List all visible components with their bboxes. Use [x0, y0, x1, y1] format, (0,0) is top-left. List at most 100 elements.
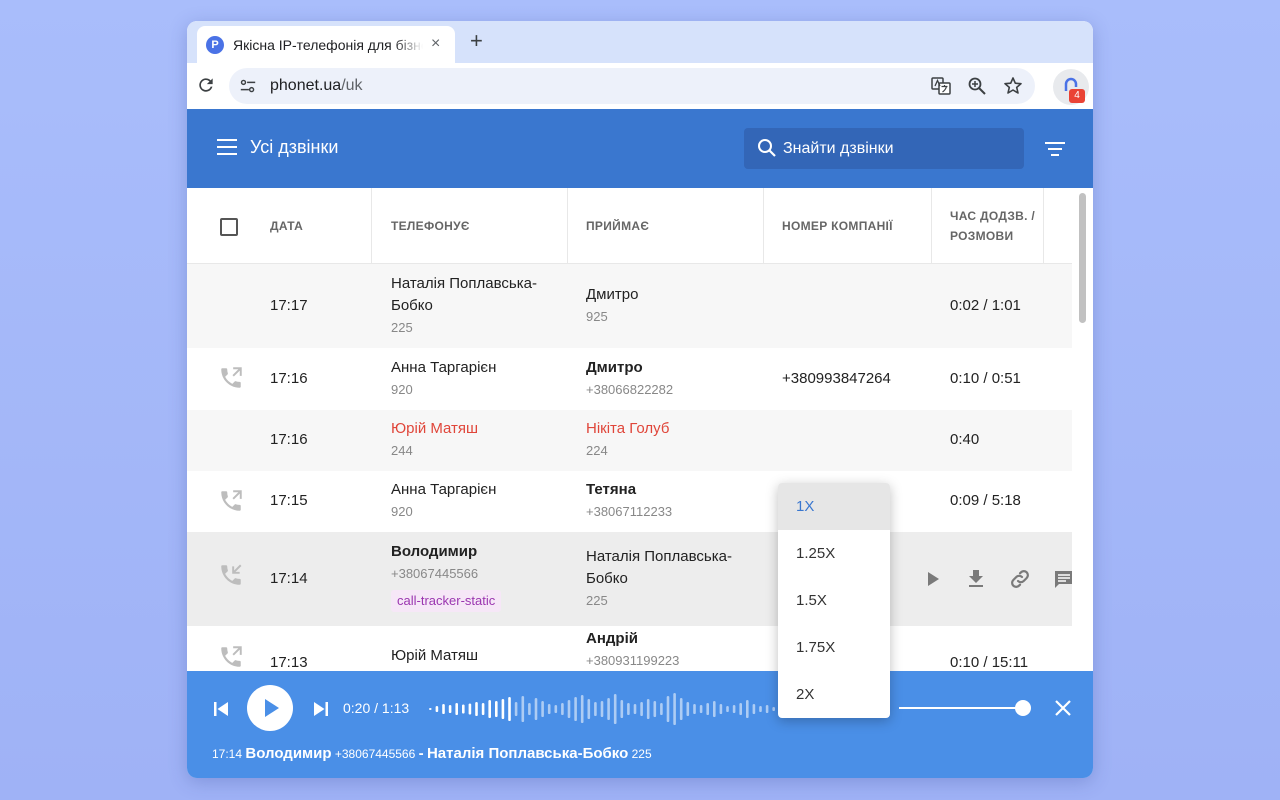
- playback-time: 0:20 / 1:13: [343, 700, 410, 716]
- column-header-receiver[interactable]: Приймає: [586, 188, 756, 264]
- receiver-number: 224: [586, 443, 608, 458]
- receiver-name[interactable]: Наталія Поплавська-Бобко: [586, 548, 732, 587]
- caller-cell: Анна Таргарієн 920: [391, 479, 496, 523]
- new-tab-button[interactable]: +: [470, 29, 483, 53]
- waveform-bar: [455, 703, 458, 715]
- waveform-bar: [752, 704, 756, 714]
- address-bar[interactable]: phonet.ua/uk: [229, 68, 1035, 104]
- waveform-bar: [580, 695, 584, 723]
- waveform-bar: [666, 696, 670, 722]
- search-input[interactable]: Знайти дзвінки: [744, 128, 1024, 169]
- waveform[interactable]: [429, 691, 779, 727]
- column-header-caller[interactable]: Телефонує: [391, 188, 561, 264]
- translate-icon[interactable]: [931, 76, 951, 96]
- column-header-date[interactable]: Дата: [270, 188, 370, 264]
- table-row[interactable]: 17:17 Наталія Поплавська-Бобко 225 Дмитр…: [187, 264, 1072, 348]
- row-time: 17:15: [270, 492, 308, 509]
- caller-name[interactable]: Анна Таргарієн: [391, 481, 496, 498]
- close-tab-icon[interactable]: ×: [431, 35, 440, 53]
- receiver-name[interactable]: Дмитро: [586, 359, 643, 376]
- download-icon[interactable]: [964, 567, 988, 591]
- extension-button[interactable]: 4: [1053, 69, 1089, 105]
- zoom-icon[interactable]: [967, 76, 987, 96]
- browser-tab[interactable]: P Якісна IP-телефонія для бізнесу ×: [197, 26, 455, 63]
- table-row[interactable]: 17:16 Анна Таргарієн 920 Дмитро +3806682…: [187, 348, 1072, 410]
- speed-option-1-25x[interactable]: 1.25X: [778, 530, 890, 577]
- column-header-duration[interactable]: Час додзв. / розмови: [950, 188, 1046, 264]
- volume-slider[interactable]: [899, 707, 1023, 709]
- now-playing-receiver: Наталія Поплавська-Бобко: [426, 745, 629, 762]
- caller-name[interactable]: Юрій Матяш: [391, 647, 478, 664]
- caller-name[interactable]: Володимир: [391, 543, 477, 560]
- previous-track-icon[interactable]: [213, 701, 229, 717]
- table-row-active[interactable]: 17:14 Володимир +38067445566 call-tracke…: [187, 532, 1072, 626]
- next-track-icon[interactable]: [313, 701, 329, 717]
- volume-slider-handle[interactable]: [1015, 700, 1031, 716]
- close-icon[interactable]: [1053, 698, 1073, 718]
- reload-icon[interactable]: [196, 75, 216, 95]
- receiver-name[interactable]: Дмитро: [586, 286, 638, 303]
- filter-icon[interactable]: [1045, 142, 1065, 156]
- waveform-bar: [495, 701, 498, 717]
- row-time: 17:17: [270, 297, 308, 314]
- now-playing-caller-number: +38067445566: [334, 747, 416, 761]
- speed-option-2x[interactable]: 2X: [778, 671, 890, 718]
- waveform-bar: [468, 703, 472, 715]
- url-text[interactable]: phonet.ua/uk: [270, 77, 363, 95]
- waveform-bar: [594, 702, 597, 716]
- play-icon: [265, 699, 279, 717]
- table-scrollbar[interactable]: [1072, 188, 1093, 671]
- row-time: 17:14: [270, 570, 308, 587]
- speed-option-1-75x[interactable]: 1.75X: [778, 624, 890, 671]
- waveform-bar: [693, 704, 696, 714]
- table-row[interactable]: 17:16 Юрій Матяш 244 Нікіта Голуб 224 0:…: [187, 410, 1072, 471]
- waveform-bar: [699, 705, 703, 713]
- receiver-cell: Наталія Поплавська-Бобко 225: [586, 546, 756, 612]
- waveform-bar: [653, 701, 657, 717]
- receiver-cell: Дмитро 925: [586, 284, 638, 328]
- bookmark-star-icon[interactable]: [1003, 76, 1023, 96]
- caller-cell: Володимир +38067445566 call-tracker-stat…: [391, 541, 502, 612]
- waveform-bar: [442, 704, 445, 714]
- receiver-name[interactable]: Тетяна: [586, 481, 636, 498]
- scrollbar-thumb[interactable]: [1079, 193, 1086, 323]
- menu-icon[interactable]: [217, 139, 237, 155]
- caller-cell: Юрій Матяш: [391, 645, 478, 667]
- caller-name[interactable]: Юрій Матяш: [391, 420, 478, 437]
- waveform-bar: [646, 699, 650, 719]
- site-settings-icon[interactable]: [239, 77, 257, 95]
- caller-number: 244: [391, 443, 413, 458]
- waveform-bar: [732, 705, 736, 713]
- waveform-bar: [640, 702, 643, 716]
- waveform-bar: [726, 706, 729, 712]
- table-row[interactable]: 17:13 Юрій Матяш Андрій +380931199223 0:…: [187, 626, 1072, 671]
- speed-option-1x[interactable]: 1X: [778, 483, 890, 530]
- url-host: phonet.ua: [270, 77, 342, 94]
- waveform-bar: [554, 705, 558, 713]
- waveform-bar: [713, 701, 716, 717]
- receiver-number: +38066822282: [586, 382, 674, 397]
- table-row[interactable]: 17:15 Анна Таргарієн 920 Тетяна +3806711…: [187, 471, 1072, 532]
- select-all-checkbox[interactable]: [220, 218, 238, 236]
- outgoing-call-icon: [221, 490, 242, 511]
- play-button[interactable]: [247, 685, 293, 731]
- receiver-name[interactable]: Нікіта Голуб: [586, 420, 669, 437]
- column-header-company-number[interactable]: Номер компанії: [782, 188, 932, 264]
- search-icon: [758, 139, 776, 157]
- waveform-bar: [448, 705, 452, 713]
- receiver-cell: Дмитро +38066822282: [586, 357, 673, 401]
- waveform-bar: [462, 704, 465, 714]
- speed-option-1-5x[interactable]: 1.5X: [778, 577, 890, 624]
- comment-icon[interactable]: [1052, 567, 1072, 591]
- search-placeholder: Знайти дзвінки: [783, 140, 894, 157]
- caller-name[interactable]: Наталія Поплавська-Бобко: [391, 275, 537, 314]
- caller-name[interactable]: Анна Таргарієн: [391, 359, 496, 376]
- receiver-name[interactable]: Андрій: [586, 630, 638, 647]
- waveform-bar: [587, 699, 591, 719]
- app-header: Усі дзвінки Знайти дзвінки: [187, 109, 1093, 188]
- calls-table: Дата Телефонує Приймає Номер компанії Ча…: [187, 188, 1072, 671]
- waveform-bar: [574, 697, 577, 721]
- play-icon[interactable]: [920, 567, 944, 591]
- link-icon[interactable]: [1008, 567, 1032, 591]
- waveform-bar: [633, 704, 637, 714]
